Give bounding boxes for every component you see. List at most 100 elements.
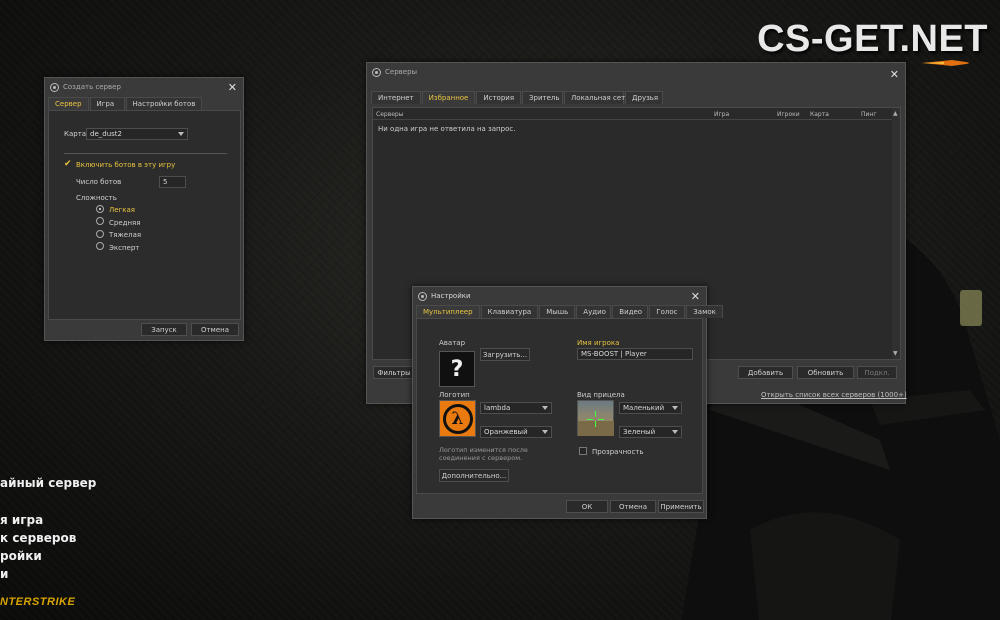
enable-bots-checkbox-label[interactable]: Включить ботов в эту игру: [76, 161, 175, 169]
multiplayer-panel: Аватар ? Загрузить... Имя игрока MS-BOOS…: [416, 318, 703, 494]
advanced-button[interactable]: Дополнительно...: [439, 469, 509, 482]
tab-mouse[interactable]: Мышь: [539, 305, 576, 318]
empty-list-message: Ни одна игра не ответила на запрос.: [378, 125, 516, 133]
bullet-icon: [922, 60, 969, 66]
start-button[interactable]: Запуск: [141, 323, 187, 336]
tab-internet[interactable]: Интернет: [371, 91, 421, 104]
map-label: Карта: [64, 130, 87, 138]
tab-lock[interactable]: Замок: [686, 305, 723, 318]
tab-spectate[interactable]: Зритель: [522, 91, 564, 104]
all-servers-link[interactable]: Открыть список всех серверов (1000+): [761, 391, 907, 399]
tab-server[interactable]: Сервер: [48, 97, 89, 110]
cancel-button[interactable]: Отмена: [610, 500, 656, 513]
watermark-text: CS-GET.NET: [757, 18, 988, 60]
checkmark-icon[interactable]: ✔: [64, 159, 72, 169]
resize-grip-icon[interactable]: ⋰: [896, 393, 903, 401]
header-divider: [373, 119, 893, 120]
lambda-logo-icon: λ: [439, 400, 476, 437]
transparency-label: Прозрачность: [592, 448, 644, 456]
dialog-titlebar[interactable]: Настройки: [413, 287, 706, 305]
close-icon[interactable]: ✕: [228, 81, 237, 94]
column-header-servers[interactable]: Серверы: [376, 111, 403, 118]
dialog-titlebar[interactable]: Серверы: [367, 63, 905, 81]
chevron-down-icon: [672, 406, 678, 410]
menu-item-settings[interactable]: ройки: [0, 549, 42, 563]
menu-item-server-list[interactable]: к серверов: [0, 531, 76, 545]
dialog-titlebar[interactable]: Создать сервер: [45, 78, 243, 96]
logo-value: lambda: [484, 404, 511, 412]
add-server-button[interactable]: Добавить: [738, 366, 793, 379]
logo-color-value: Оранжевый: [484, 428, 528, 436]
column-header-ping[interactable]: Пинг: [861, 111, 877, 118]
filters-button[interactable]: Фильтры: [373, 366, 415, 379]
logo-note: Логотип изменится после соединения с сер…: [439, 446, 528, 462]
radio-medium[interactable]: [96, 217, 104, 225]
ok-button[interactable]: ОК: [566, 500, 608, 513]
tab-lan[interactable]: Локальная сеть: [564, 91, 629, 104]
steam-icon: [418, 291, 427, 301]
connect-button[interactable]: Подкл.: [857, 366, 897, 379]
difficulty-easy-label: Легкая: [109, 206, 135, 214]
tab-game[interactable]: Игра: [89, 97, 125, 110]
chevron-down-icon: [178, 132, 184, 136]
menu-item-new-game[interactable]: я игра: [0, 513, 43, 527]
player-name-label: Имя игрока: [577, 339, 620, 347]
divider: [64, 153, 227, 154]
create-server-panel: Карта de_dust2 ✔ Включить ботов в эту иг…: [48, 110, 241, 320]
server-tabs: Интернет Избранное История Зритель Локал…: [371, 91, 664, 104]
tab-audio[interactable]: Аудио: [576, 305, 612, 318]
bots-count-label: Число ботов: [76, 178, 122, 186]
tab-voice[interactable]: Голос: [649, 305, 686, 318]
close-icon[interactable]: ✕: [691, 290, 700, 303]
radio-hard[interactable]: [96, 230, 104, 238]
crosshair-size-value: Маленький: [623, 404, 665, 412]
tab-keyboard[interactable]: Клавиатура: [480, 305, 539, 318]
logo-select[interactable]: lambda: [480, 402, 552, 414]
apply-button[interactable]: Применить: [658, 500, 704, 513]
radio-expert[interactable]: [96, 242, 104, 250]
tab-favorites[interactable]: Избранное: [421, 91, 476, 104]
chevron-down-icon: [542, 406, 548, 410]
create-server-dialog: Создать сервер ✕ Сервер Игра Настройки б…: [44, 77, 244, 341]
dialog-title: Создать сервер: [63, 83, 121, 91]
difficulty-label: Сложность: [76, 194, 117, 202]
crosshair-size-select[interactable]: Маленький: [619, 402, 682, 414]
map-select[interactable]: de_dust2: [86, 128, 188, 140]
cancel-button[interactable]: Отмена: [191, 323, 239, 336]
steam-icon: [50, 82, 59, 92]
radio-easy[interactable]: [96, 205, 104, 213]
crosshair-label: Вид прицела: [577, 391, 625, 399]
settings-dialog: Настройки ✕ Мультиплеер Клавиатура Мышь …: [412, 286, 723, 519]
counter-strike-logo: NTERSTRIKE: [0, 596, 76, 608]
column-header-game[interactable]: Игра: [714, 111, 729, 118]
difficulty-expert-label: Эксперт: [109, 244, 140, 252]
tab-multiplayer[interactable]: Мультиплеер: [416, 305, 480, 318]
tab-video[interactable]: Видео: [612, 305, 649, 318]
tab-history[interactable]: История: [476, 91, 522, 104]
column-header-players[interactable]: Игроки: [777, 111, 800, 118]
map-value: de_dust2: [90, 130, 122, 138]
crosshair-color-value: Зеленый: [623, 428, 656, 436]
avatar-label: Аватар: [439, 339, 466, 347]
refresh-button[interactable]: Обновить: [797, 366, 854, 379]
list-scrollbar[interactable]: ▲ ▼: [892, 108, 900, 359]
transparency-checkbox[interactable]: [579, 447, 587, 455]
menu-item-quit[interactable]: и: [0, 567, 8, 581]
logo-color-select[interactable]: Оранжевый: [480, 426, 552, 438]
avatar[interactable]: ?: [439, 351, 475, 387]
player-name-input[interactable]: MS-BOOST | Player: [577, 348, 693, 360]
close-icon[interactable]: ✕: [890, 68, 899, 81]
bots-count-input[interactable]: 5: [159, 176, 186, 188]
tab-friends[interactable]: Друзья: [625, 91, 664, 104]
column-header-map[interactable]: Карта: [810, 111, 829, 118]
crosshair-preview: [577, 400, 614, 436]
menu-item-find-server[interactable]: айный сервер: [0, 476, 96, 490]
difficulty-hard-label: Тяжелая: [109, 231, 142, 239]
upload-avatar-button[interactable]: Загрузить...: [480, 348, 530, 361]
scroll-down-icon[interactable]: ▼: [893, 350, 898, 357]
chevron-down-icon: [542, 430, 548, 434]
tab-bot-settings[interactable]: Настройки ботов: [125, 97, 203, 110]
dialog-title: Серверы: [385, 68, 418, 76]
scroll-up-icon[interactable]: ▲: [893, 110, 898, 117]
crosshair-color-select[interactable]: Зеленый: [619, 426, 682, 438]
